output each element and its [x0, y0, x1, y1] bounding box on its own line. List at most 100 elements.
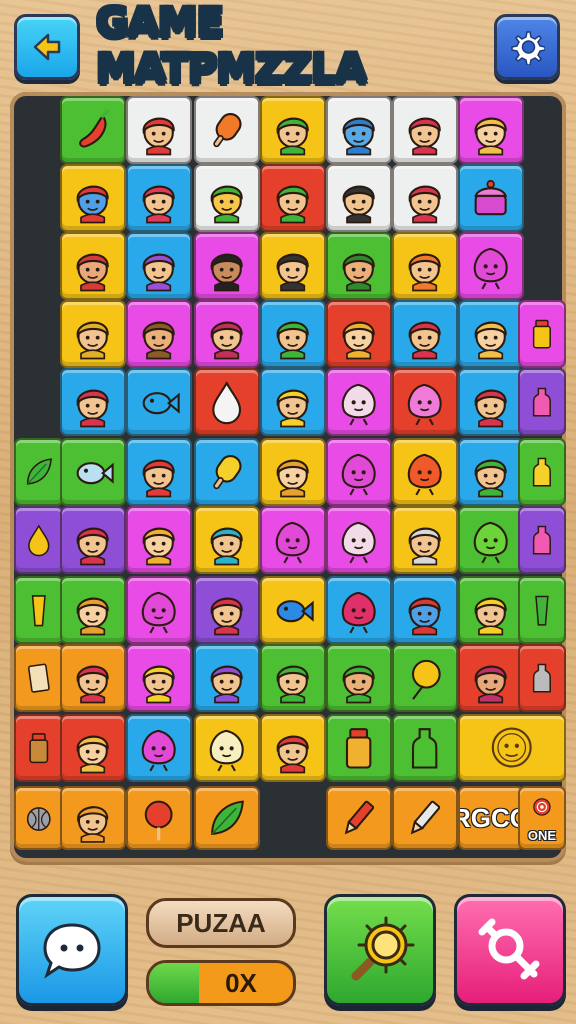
tile-popsicle[interactable]: [194, 438, 260, 506]
tile-face[interactable]: [326, 300, 392, 368]
tile-face[interactable]: [194, 300, 260, 368]
tile-jar[interactable]: [326, 714, 392, 782]
tile-blob[interactable]: [326, 368, 392, 436]
tile-face[interactable]: [260, 232, 326, 300]
tile-face[interactable]: [60, 368, 126, 436]
tile-face[interactable]: [194, 232, 260, 300]
tile-scroll[interactable]: [14, 644, 64, 712]
tile-face[interactable]: [126, 164, 192, 232]
gender-button[interactable]: [454, 894, 566, 1006]
tile-face[interactable]: [392, 96, 458, 164]
search-button[interactable]: [324, 894, 436, 1006]
blob-icon: [408, 384, 442, 426]
tile-pencil[interactable]: [326, 786, 392, 850]
tile-face[interactable]: [60, 300, 126, 368]
tile-pencil[interactable]: [392, 786, 458, 850]
tile-face[interactable]: [60, 644, 126, 712]
tile-jar[interactable]: [518, 300, 566, 368]
tile-blob[interactable]: [126, 714, 192, 782]
tile-face[interactable]: [194, 644, 260, 712]
tile-face[interactable]: [458, 300, 524, 368]
tile-leaf[interactable]: [14, 438, 64, 506]
tile-face[interactable]: [194, 164, 260, 232]
tile-target[interactable]: ONE: [518, 786, 566, 850]
tile-leaf[interactable]: [194, 786, 260, 850]
tile-face[interactable]: [126, 506, 192, 574]
tile-face[interactable]: [126, 438, 192, 506]
blob-icon: [474, 248, 508, 290]
tile-face[interactable]: [126, 232, 192, 300]
tile-ball[interactable]: [14, 786, 64, 850]
tile-lollipop[interactable]: [126, 786, 192, 850]
tile-face[interactable]: [260, 368, 326, 436]
tile-face[interactable]: [260, 96, 326, 164]
tile-face[interactable]: [126, 96, 192, 164]
tile-face[interactable]: [392, 232, 458, 300]
tile-blob[interactable]: [326, 506, 392, 574]
tile-face[interactable]: [260, 644, 326, 712]
settings-button[interactable]: [494, 14, 560, 80]
ball-icon: [27, 807, 51, 832]
tile-face[interactable]: [392, 576, 458, 644]
tile-face[interactable]: [260, 714, 326, 782]
tile-blob[interactable]: [458, 506, 524, 574]
tile-face[interactable]: [326, 164, 392, 232]
tile-face[interactable]: [458, 576, 524, 644]
tile-text[interactable]: RGCO: [458, 786, 524, 850]
tile-face[interactable]: [126, 644, 192, 712]
tile-face[interactable]: [194, 506, 260, 574]
tile-bottle[interactable]: [518, 368, 566, 436]
tile-face[interactable]: [60, 506, 126, 574]
back-button[interactable]: [14, 14, 80, 80]
tile-face[interactable]: [260, 164, 326, 232]
tile-face[interactable]: [260, 300, 326, 368]
tile-balloon[interactable]: [392, 644, 458, 712]
tile-face[interactable]: [458, 96, 524, 164]
puzzle-label[interactable]: PUZAA: [146, 898, 296, 948]
tile-face[interactable]: [326, 644, 392, 712]
tile-drop[interactable]: [194, 368, 260, 436]
tile-bottle[interactable]: [518, 438, 566, 506]
tile-cake[interactable]: [458, 164, 524, 232]
tile-jar[interactable]: [14, 714, 64, 782]
tile-face[interactable]: [126, 300, 192, 368]
tile-glass[interactable]: [518, 576, 566, 644]
tile-drop[interactable]: [14, 506, 64, 574]
tile-blob[interactable]: [392, 368, 458, 436]
face-icon: [210, 598, 244, 636]
tile-blob[interactable]: [260, 506, 326, 574]
tile-blob[interactable]: [194, 714, 260, 782]
tile-face[interactable]: [326, 232, 392, 300]
tile-chili[interactable]: [60, 96, 126, 164]
tile-face[interactable]: [60, 164, 126, 232]
tile-face[interactable]: [60, 714, 126, 782]
tile-bottle[interactable]: [518, 644, 566, 712]
tile-face[interactable]: [458, 438, 524, 506]
tile-face[interactable]: [392, 506, 458, 574]
tile-sun-face[interactable]: [458, 714, 566, 782]
chat-button[interactable]: [16, 894, 128, 1006]
tile-face[interactable]: [458, 368, 524, 436]
tile-blob[interactable]: [392, 438, 458, 506]
tile-face[interactable]: [194, 576, 260, 644]
tile-blob[interactable]: [326, 576, 392, 644]
tile-face[interactable]: [60, 232, 126, 300]
face-icon: [342, 254, 376, 292]
tile-face[interactable]: [458, 644, 524, 712]
tile-popsicle[interactable]: [194, 96, 260, 164]
tile-bottle[interactable]: [392, 714, 458, 782]
tile-glass[interactable]: [14, 576, 64, 644]
tile-blob[interactable]: [458, 232, 524, 300]
tile-blob[interactable]: [326, 438, 392, 506]
tile-fish[interactable]: [260, 576, 326, 644]
tile-fish[interactable]: [126, 368, 192, 436]
tile-bottle[interactable]: [518, 506, 566, 574]
tile-face[interactable]: [392, 164, 458, 232]
tile-fish[interactable]: [60, 438, 126, 506]
tile-face[interactable]: [326, 96, 392, 164]
tile-face[interactable]: [60, 786, 126, 850]
tile-face[interactable]: [60, 576, 126, 644]
tile-blob[interactable]: [126, 576, 192, 644]
tile-face[interactable]: [392, 300, 458, 368]
tile-face[interactable]: [260, 438, 326, 506]
